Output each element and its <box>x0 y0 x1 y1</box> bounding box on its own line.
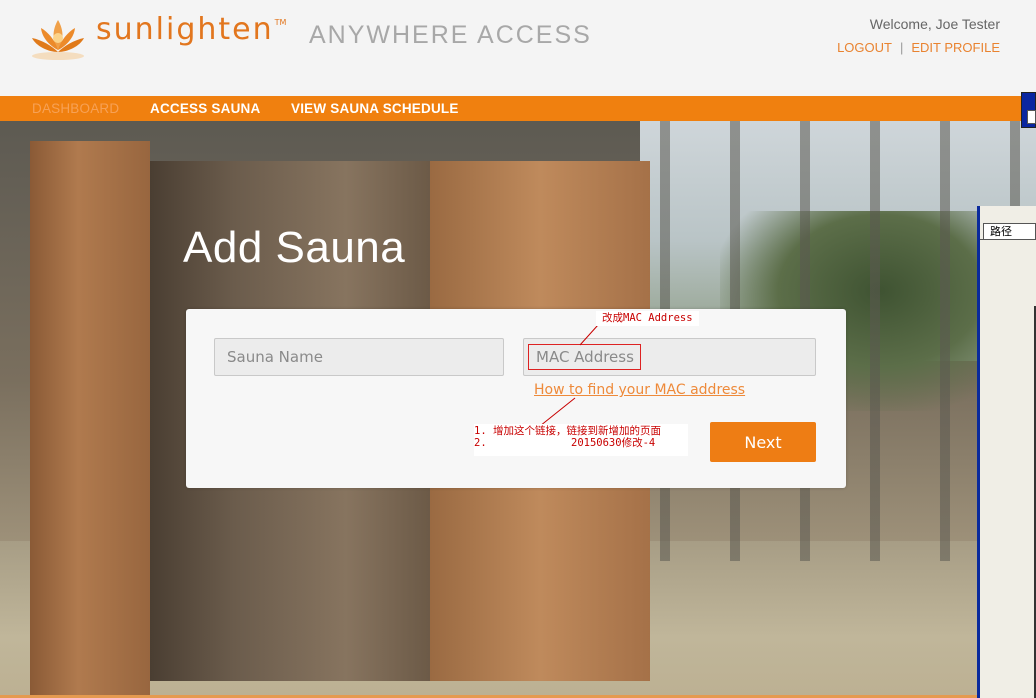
lotus-logo-icon[interactable] <box>28 12 88 64</box>
sauna-left-panel <box>30 141 150 698</box>
welcome-text: Welcome, Joe Tester <box>869 16 1000 32</box>
panel-divider <box>980 239 1036 240</box>
annotation-note-rename: 改成MAC Address <box>596 311 699 326</box>
trademark: TM <box>274 18 287 27</box>
add-sauna-form: How to find your MAC address Next <box>186 309 846 488</box>
brand-name: sunlighten <box>96 12 274 47</box>
brand-wordmark[interactable]: sunlightenTM <box>96 12 286 47</box>
sauna-name-input[interactable] <box>214 338 504 376</box>
main-nav: DASHBOARD ACCESS SAUNA VIEW SAUNA SCHEDU… <box>0 96 1036 121</box>
annotation-line-2-detail: 20150630修改-4 <box>571 437 656 449</box>
user-links: LOGOUT | EDIT PROFILE <box>837 40 1000 55</box>
annotation-note-add-link: 1. 增加这个链接，链接到新增加的页面 2. 20150630修改-4 <box>474 424 688 456</box>
nav-item-view-sauna-schedule[interactable]: VIEW SAUNA SCHEDULE <box>291 101 459 116</box>
logout-link[interactable]: LOGOUT <box>837 40 892 55</box>
nav-item-access-sauna[interactable]: ACCESS SAUNA <box>150 101 260 116</box>
overlapping-window-control[interactable] <box>1027 110 1036 124</box>
divider: | <box>899 40 904 55</box>
overlapping-side-panel <box>977 206 1036 698</box>
tab-path[interactable]: 路径 <box>983 223 1036 239</box>
annotation-line-2: 2. <box>474 437 487 449</box>
nav-item-dashboard[interactable]: DASHBOARD <box>32 101 119 116</box>
next-button[interactable]: Next <box>710 422 816 462</box>
mac-address-input[interactable] <box>523 338 816 376</box>
app-tagline: ANYWHERE ACCESS <box>309 21 592 49</box>
site-header: sunlightenTM ANYWHERE ACCESS Welcome, Jo… <box>0 0 1036 96</box>
mac-help-link[interactable]: How to find your MAC address <box>534 382 745 398</box>
edit-profile-link[interactable]: EDIT PROFILE <box>911 40 1000 55</box>
page-title: Add Sauna <box>183 223 406 272</box>
